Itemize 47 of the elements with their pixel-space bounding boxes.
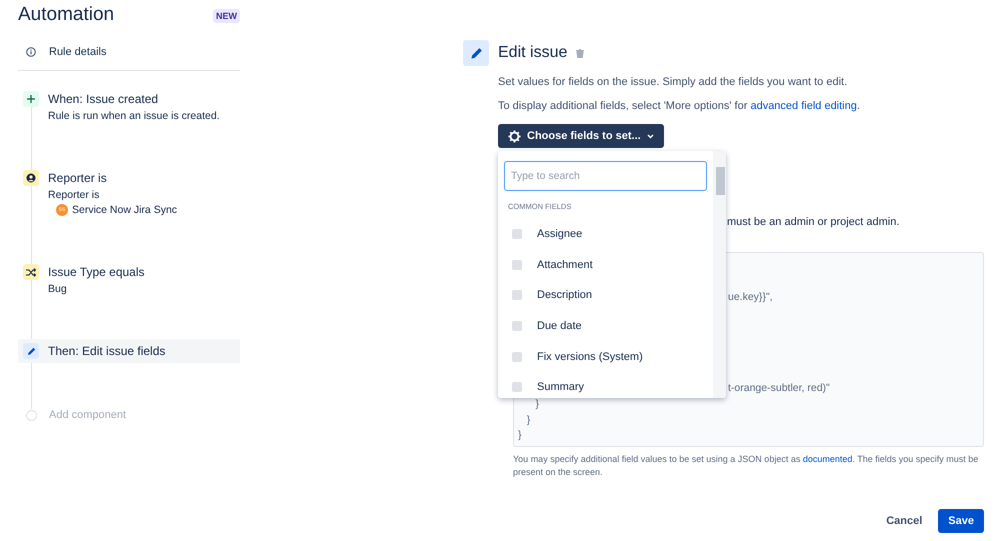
description-text: Set values for fields on the issue. Simply add the fields you want to edit. bbox=[498, 75, 848, 90]
pencil-icon bbox=[463, 40, 489, 66]
plus-icon bbox=[23, 91, 39, 107]
checkbox[interactable] bbox=[512, 382, 522, 392]
scrollbar[interactable] bbox=[713, 151, 726, 398]
search-field[interactable]: Type to search bbox=[504, 161, 707, 191]
section-title: Edit issue bbox=[498, 44, 568, 62]
new-badge: NEW bbox=[213, 9, 240, 23]
choose-fields-button[interactable]: Choose fields to set... bbox=[498, 124, 664, 148]
help-text: You may specify additional field values to be set using a JSON object as documented. The fields you specify must be present on the screen. bbox=[513, 453, 980, 479]
save-button[interactable]: Save bbox=[938, 509, 984, 533]
rule-details-link[interactable]: Rule details bbox=[49, 46, 106, 58]
step-title: Issue Type equals bbox=[48, 264, 145, 280]
code-line: } bbox=[518, 428, 523, 444]
page-title: Automation bbox=[18, 4, 114, 26]
checkbox[interactable] bbox=[512, 229, 522, 240]
info-icon bbox=[26, 47, 36, 57]
trash-icon[interactable] bbox=[576, 48, 584, 58]
pencil-icon bbox=[23, 343, 39, 359]
rule-step[interactable]: Then: Edit issue fields bbox=[18, 339, 240, 363]
field-option[interactable]: Assignee bbox=[504, 219, 707, 250]
step-title: Then: Edit issue fields bbox=[48, 343, 166, 359]
chevron-down-icon bbox=[646, 134, 654, 138]
checkbox[interactable] bbox=[512, 260, 522, 270]
documented-link[interactable]: documented bbox=[802, 454, 852, 464]
step-title: Reporter is bbox=[48, 170, 108, 186]
cancel-button[interactable]: Cancel bbox=[880, 509, 928, 533]
step-title: When: Issue created bbox=[48, 91, 160, 107]
user-icon bbox=[23, 170, 39, 186]
permission-note: must be an admin or project admin. bbox=[727, 216, 900, 228]
rule-step[interactable]: When: Issue created Rule is run when an issue is created. bbox=[18, 87, 240, 126]
checkbox[interactable] bbox=[512, 352, 522, 362]
shuffle-icon bbox=[23, 264, 39, 280]
rule-step[interactable]: Issue Type equals Bug bbox=[18, 260, 240, 299]
user-name: Service Now Jira Sync bbox=[72, 204, 178, 216]
step-description: Bug bbox=[48, 283, 68, 295]
code-line: t-orange-subtler, red)" bbox=[728, 381, 831, 396]
advanced-editing-link[interactable]: advanced field editing bbox=[750, 100, 857, 112]
more-options-text: To display additional fields, select 'More options' for advanced field editing. bbox=[498, 99, 861, 114]
checkbox[interactable] bbox=[512, 321, 522, 332]
settings-icon bbox=[508, 130, 521, 142]
checkbox[interactable] bbox=[512, 290, 522, 300]
step-description: Rule is run when an issue is created. bbox=[48, 110, 220, 122]
code-line: } bbox=[534, 396, 540, 412]
code-line: ue.key}}", bbox=[728, 290, 774, 305]
step-description: Reporter is bbox=[48, 189, 100, 201]
code-line: } bbox=[526, 412, 532, 428]
